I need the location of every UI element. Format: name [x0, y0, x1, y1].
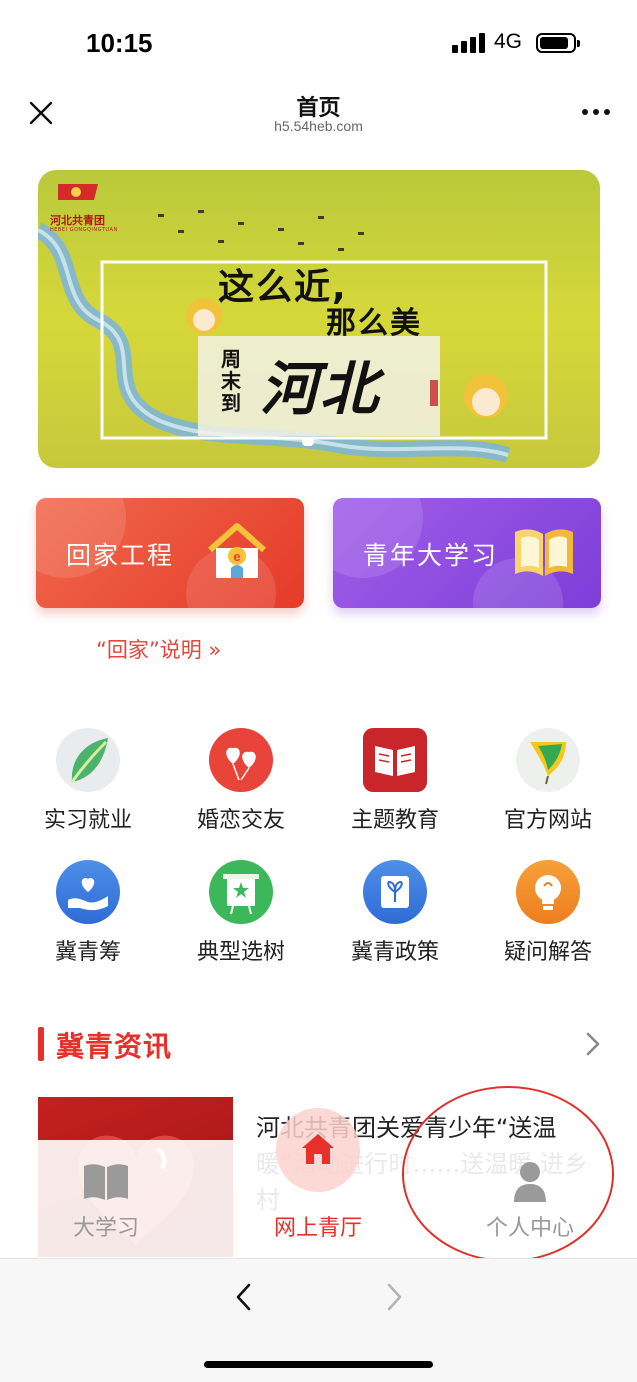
youth-study-label: 青年大学习	[363, 541, 499, 570]
grid-item-faq[interactable]: 疑问解答	[473, 860, 623, 966]
open-book-icon	[511, 520, 577, 586]
banner-logo-subtitle: HEBEI GONGQINGTUAN	[50, 227, 118, 233]
house-icon	[298, 1128, 338, 1172]
banner-headline-2: 那么美	[326, 306, 422, 341]
grid-item-dating[interactable]: 婚恋交友	[166, 728, 316, 834]
house-e-icon: e	[204, 520, 270, 586]
status-bar: 10:15 4G	[0, 0, 637, 88]
section-title: 冀青资讯	[56, 1030, 173, 1063]
home-project-card[interactable]: 回家工程 e	[36, 498, 304, 608]
grid-label: 冀青政策	[350, 940, 439, 965]
banner-logo-text: 河北共青团	[50, 214, 105, 227]
section-accent-bar	[38, 1027, 44, 1061]
webview-header: 首页 h5.54heb.com	[0, 88, 637, 144]
home-indicator[interactable]	[204, 1361, 433, 1368]
leaf-icon	[56, 728, 120, 792]
signal-icon	[452, 33, 486, 53]
tab-online-hall[interactable]: 网上青厅	[212, 1134, 424, 1258]
grid-label: 典型选树	[196, 940, 285, 965]
youth-study-card[interactable]: 青年大学习	[333, 498, 601, 608]
grid-item-theme-education[interactable]: 主题教育	[320, 728, 470, 834]
network-label: 4G	[494, 30, 523, 53]
grid-label: 主题教育	[350, 808, 439, 833]
banner-vertical-text: 周末到	[221, 347, 241, 415]
highlight-annotation-circle	[402, 1086, 614, 1262]
book-icon	[82, 1160, 130, 1206]
grid-item-youth-policy[interactable]: 冀青政策	[320, 860, 470, 966]
status-time: 10:15	[86, 28, 153, 58]
grid-label: 婚恋交友	[196, 808, 285, 833]
banner-carousel[interactable]: 河北共青团 HEBEI GONGQINGTUAN 这么近, 那么美 周末到 河北	[38, 170, 600, 468]
banner-calligraphy: 河北	[260, 355, 381, 423]
back-icon[interactable]	[230, 1281, 258, 1313]
grid-item-role-models[interactable]: 典型选树	[166, 860, 316, 966]
forward-icon[interactable]	[380, 1281, 408, 1313]
tab-label: 网上青厅	[273, 1216, 362, 1241]
battery-icon	[536, 33, 580, 53]
grid-item-jiqing-fund[interactable]: 冀青筹	[13, 860, 163, 966]
lightbulb-icon	[516, 860, 580, 924]
document-sprout-icon	[363, 860, 427, 924]
grid-label: 实习就业	[43, 808, 132, 833]
svg-text:e: e	[233, 549, 240, 564]
page-url: h5.54heb.com	[274, 118, 363, 134]
home-project-label: 回家工程	[66, 541, 175, 570]
star-board-icon	[209, 860, 273, 924]
carousel-indicator[interactable]	[302, 438, 314, 446]
ginkgo-icon	[516, 728, 580, 792]
more-options-icon[interactable]	[580, 104, 612, 120]
book-icon	[363, 728, 427, 792]
grid-item-official-site[interactable]: 官方网站	[473, 728, 623, 834]
grid-item-internship[interactable]: 实习就业	[13, 728, 163, 834]
chevron-right-icon[interactable]	[582, 1030, 604, 1058]
hand-heart-icon	[56, 860, 120, 924]
grid-label: 官方网站	[503, 808, 592, 833]
grid-label: 疑问解答	[503, 940, 592, 965]
grid-label: 冀青筹	[54, 940, 121, 965]
home-explain-link[interactable]: “回家”说明 »	[96, 634, 221, 664]
heart-balloons-icon	[209, 728, 273, 792]
tab-label: 大学习	[72, 1216, 139, 1241]
tab-study[interactable]: 大学习	[0, 1140, 212, 1258]
